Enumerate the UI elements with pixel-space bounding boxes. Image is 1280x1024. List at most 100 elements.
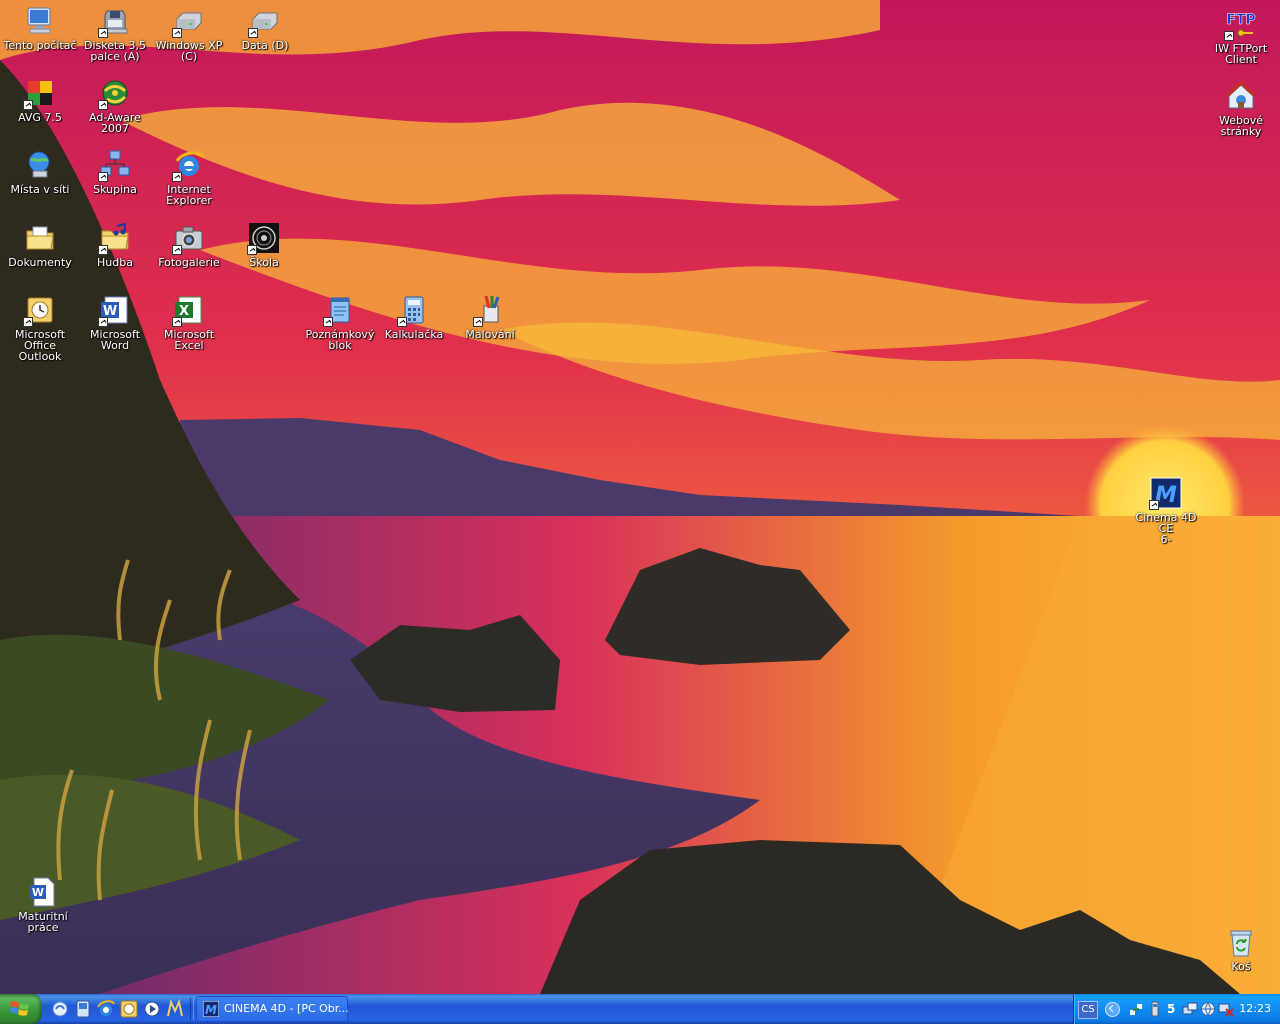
network-places-icon <box>24 149 56 181</box>
desktop-icon-maturitni-prace[interactable]: W Maturitní práce <box>5 876 81 933</box>
notepad-icon <box>323 294 356 327</box>
network-disconnected-icon <box>1218 1003 1234 1017</box>
shortcut-arrow-icon <box>1224 31 1234 41</box>
desktop-icon-label: AVG 7.5 <box>18 111 62 124</box>
desktop-icon-word[interactable]: W Microsoft Word <box>77 294 153 351</box>
desktop-icon-label: Dokumenty <box>8 256 72 269</box>
school-icon <box>247 222 280 255</box>
start-button[interactable] <box>0 994 42 1024</box>
web-folder-icon <box>1225 80 1257 112</box>
desktop-icon-label: Microsoft Word <box>89 328 141 352</box>
desktop-icon-photo-gallery[interactable]: Fotogalerie <box>151 222 227 268</box>
desktop-icon-school[interactable]: Škola <box>226 222 302 268</box>
desktop-icon-avg[interactable]: AVG 7.5 <box>2 77 78 123</box>
desktop-icon-notepad[interactable]: Poznámkový blok <box>302 294 378 351</box>
camera-icon <box>172 222 205 255</box>
globe-icon <box>1201 1002 1215 1016</box>
desktop-icon-label: IW FTPort Client <box>1214 42 1268 66</box>
tray-security[interactable] <box>1200 1001 1216 1017</box>
word-icon: W <box>98 294 131 327</box>
shortcut-arrow-icon <box>247 245 257 255</box>
desktop-icon-label: Microsoft Excel <box>163 328 215 352</box>
word-document-icon: W <box>27 876 59 908</box>
desktop-icon-music[interactable]: Hudba <box>77 222 153 268</box>
usb-device-icon <box>1151 1001 1159 1017</box>
shortcut-arrow-icon <box>323 317 333 327</box>
windows-logo-icon <box>10 1001 29 1016</box>
network-icon <box>1130 1004 1142 1015</box>
shortcut-arrow-icon <box>98 28 108 38</box>
shortcut-arrow-icon <box>98 172 108 182</box>
desktop-icon-documents[interactable]: Dokumenty <box>2 222 78 268</box>
desktop-icon-label: Fotogalerie <box>158 256 220 269</box>
tray-network-connections[interactable] <box>1182 1001 1198 1017</box>
desktop-icon-network-places[interactable]: Místa v síti <box>2 149 78 195</box>
tray-counter[interactable]: 5 <box>1167 1001 1175 1017</box>
shortcut-arrow-icon <box>248 28 258 38</box>
desktop-icon-label: Cinema 4D CE 6- <box>1135 511 1197 546</box>
shortcut-arrow-icon <box>98 100 108 110</box>
desktop-icon-recycle-bin[interactable]: Koš <box>1203 926 1279 972</box>
desktop-icon-label: Místa v síti <box>10 183 70 196</box>
desktop-icon-paint[interactable]: Malování <box>452 294 528 340</box>
cinema4d-icon: M <box>203 1001 219 1017</box>
clock[interactable]: 12:23 <box>1239 994 1271 1024</box>
show-hidden-icons-button[interactable] <box>1105 1002 1120 1017</box>
quick-launch-show-desktop[interactable] <box>50 999 70 1019</box>
media-player-icon <box>76 1000 90 1018</box>
quick-launch-media-player[interactable] <box>73 999 93 1019</box>
desktop-icon-calculator[interactable]: Kalkulačka <box>376 294 452 340</box>
desktop-icon-label: Ad-Aware 2007 <box>89 111 141 135</box>
svg-text:W: W <box>32 886 44 899</box>
desktop-icon-label: Microsoft Office Outlook <box>14 328 66 363</box>
svg-text:M: M <box>205 1003 217 1017</box>
hard-drive-icon <box>172 5 205 38</box>
hard-drive-icon <box>248 5 281 38</box>
shortcut-arrow-icon <box>473 317 483 327</box>
desktop-icon-label: Data (D) <box>241 39 289 52</box>
desktop-icon-workgroup[interactable]: Skupina <box>77 149 153 195</box>
quick-launch-internet-explorer[interactable] <box>96 999 116 1019</box>
shortcut-arrow-icon <box>1149 500 1159 510</box>
taskbar-button-cinema4d[interactable]: M CINEMA 4D - [PC Obr... <box>196 996 348 1022</box>
desktop-icon-floppy[interactable]: Disketa 3,5 palce (A) <box>77 5 153 62</box>
desktop-icon-label: Windows XP (C) <box>155 39 223 63</box>
ad-aware-icon <box>98 77 131 110</box>
my-computer-icon <box>24 5 56 37</box>
desktop-icon-my-computer[interactable]: Tento počítač <box>2 5 78 51</box>
quick-launch-outlook[interactable] <box>119 999 139 1019</box>
language-indicator[interactable]: CS <box>1078 1001 1098 1019</box>
desktop-icon-outlook[interactable]: Microsoft Office Outlook <box>2 294 78 362</box>
desktop-icon-ad-aware[interactable]: Ad-Aware 2007 <box>77 77 153 134</box>
taskbar: M CINEMA 4D - [PC Obr... CS 5 12:23 <box>0 994 1280 1024</box>
show-desktop-icon <box>52 1001 68 1017</box>
desktop-icon-drive-c[interactable]: Windows XP (C) <box>151 5 227 62</box>
shortcut-arrow-icon <box>98 317 108 327</box>
quick-launch-media[interactable] <box>142 999 162 1019</box>
quick-launch-toolbar <box>50 999 185 1019</box>
desktop-icon-web-pages[interactable]: Webové stránky <box>1203 80 1279 137</box>
desktop-icon-excel[interactable]: X Microsoft Excel <box>151 294 227 351</box>
shortcut-arrow-icon <box>98 245 108 255</box>
desktop-icon-ftp-client[interactable]: FTP IW FTPort Client <box>1203 8 1279 65</box>
quick-launch-cinema4d[interactable] <box>165 999 185 1019</box>
internet-explorer-icon <box>172 149 205 182</box>
tray-network-disconnected[interactable] <box>1218 1001 1234 1017</box>
tray-network-status[interactable] <box>1128 1001 1144 1017</box>
shortcut-arrow-icon <box>172 28 182 38</box>
desktop-icon-label: Škola <box>249 256 279 269</box>
desktop-icon-label: Poznámkový blok <box>305 328 375 352</box>
recycle-bin-icon <box>1225 926 1257 958</box>
outlook-icon <box>120 1000 138 1018</box>
desktop-icon-label: Hudba <box>97 256 133 269</box>
desktop-icon-internet-explorer[interactable]: Internet Explorer <box>151 149 227 206</box>
internet-explorer-icon <box>97 1000 115 1016</box>
paint-icon <box>473 294 506 327</box>
desktop-icon-drive-d[interactable]: Data (D) <box>227 5 303 51</box>
shortcut-arrow-icon <box>172 172 182 182</box>
shortcut-arrow-icon <box>23 100 33 110</box>
network-connection-icon <box>1182 1002 1198 1015</box>
outlook-icon <box>23 294 56 327</box>
desktop-icon-cinema4d[interactable]: M Cinema 4D CE 6- <box>1128 477 1204 545</box>
tray-usb-device[interactable] <box>1147 1001 1163 1017</box>
